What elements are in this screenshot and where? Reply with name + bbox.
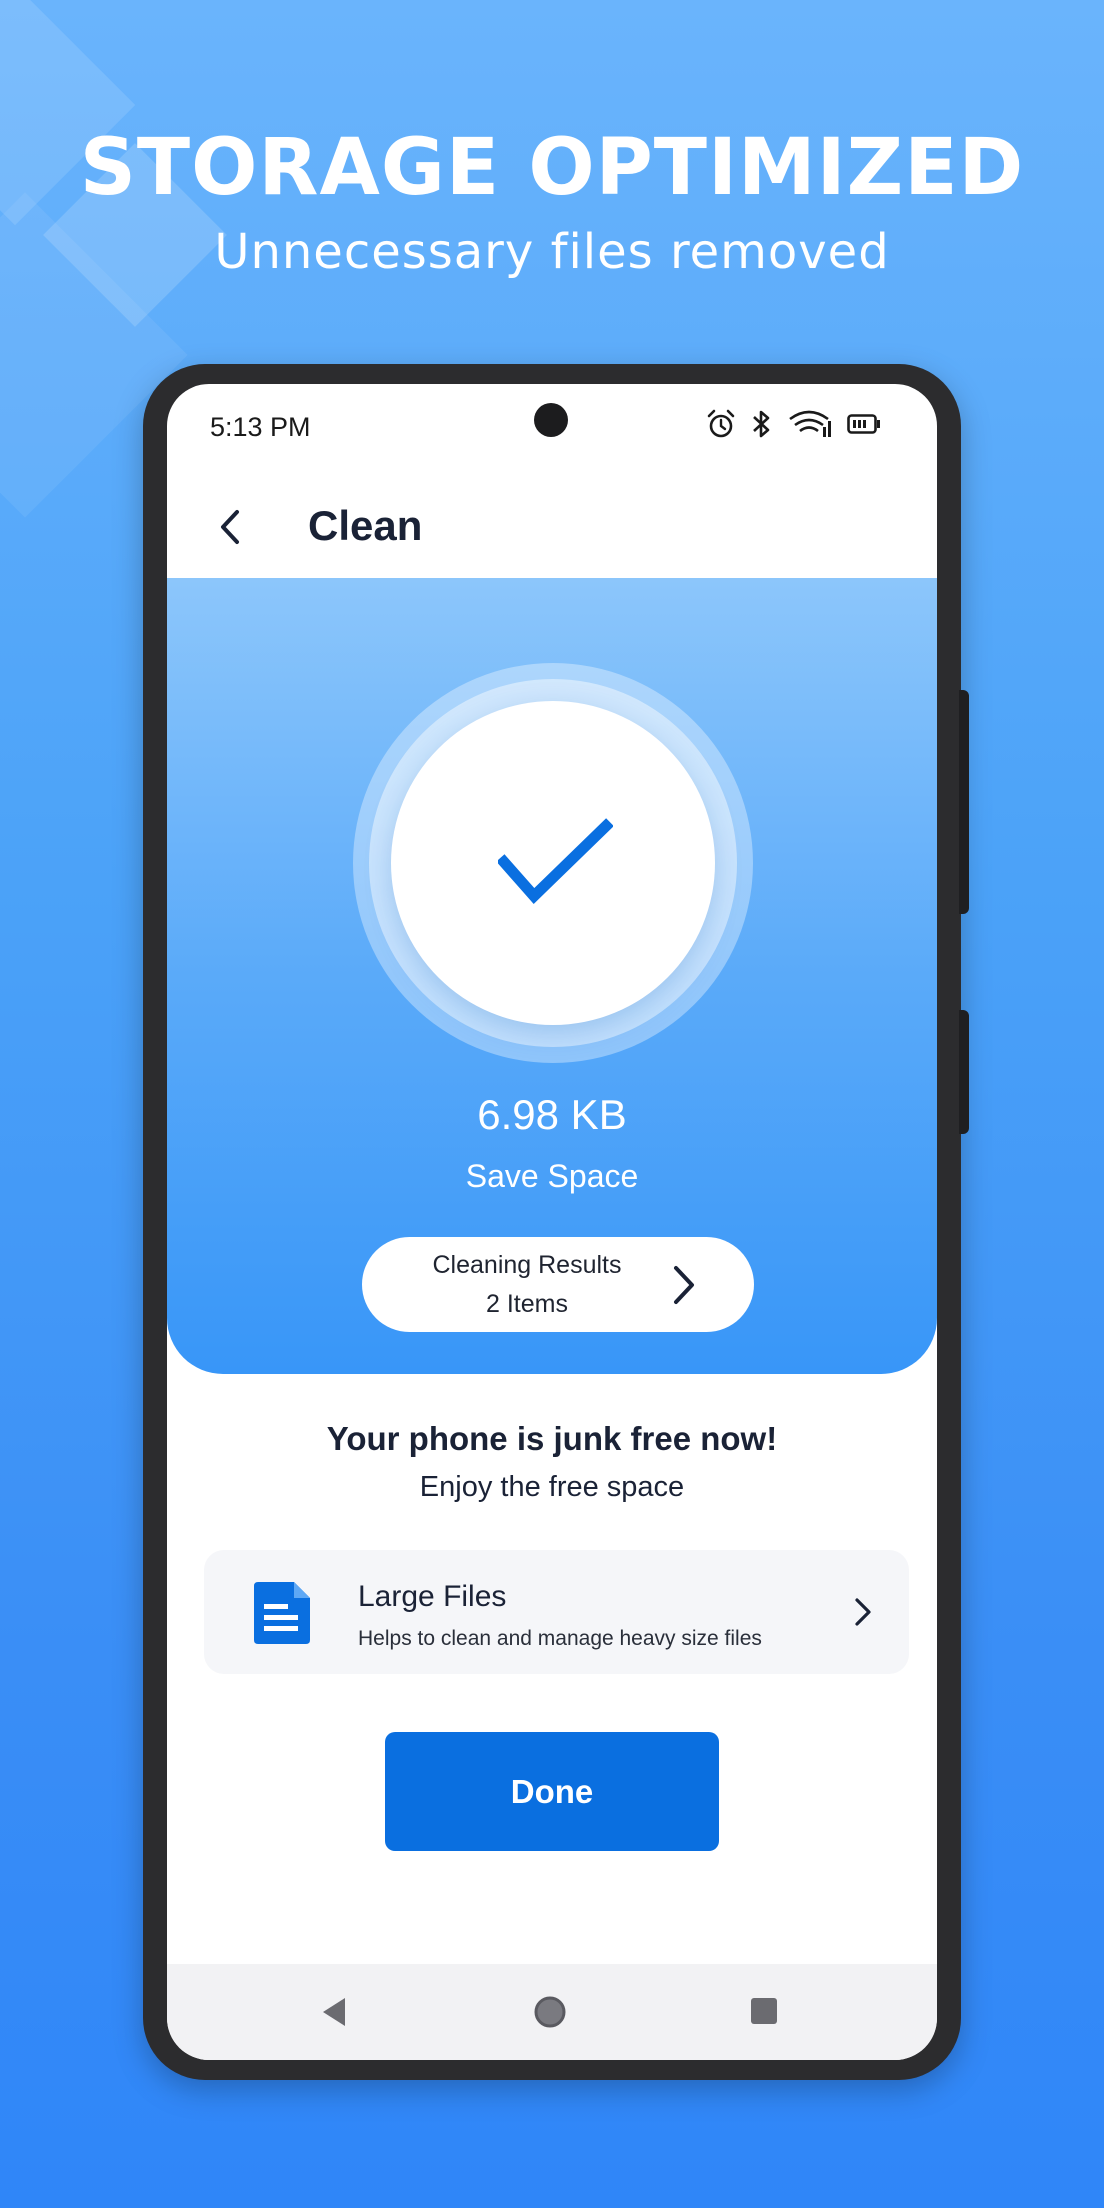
back-arrow-icon (221, 510, 239, 544)
bluetooth-icon (753, 410, 770, 438)
promo-headline: STORAGE OPTIMIZED (79, 123, 1025, 213)
nav-home-icon[interactable] (533, 1995, 567, 2029)
status-icons (705, 408, 881, 440)
chevron-right-icon (855, 1598, 871, 1626)
junk-free-subtitle: Enjoy the free space (419, 1471, 685, 1503)
alarm-icon (707, 409, 735, 438)
cleaning-results-button[interactable]: Cleaning Results 2 Items (362, 1237, 754, 1332)
saved-size: 6.98 KB (477, 1091, 627, 1138)
feature-description: Helps to clean and manage heavy size fil… (358, 1627, 762, 1650)
cleaning-results-title: Cleaning Results (432, 1251, 622, 1279)
cleaning-results-count: 2 Items (486, 1290, 568, 1318)
junk-free-title: Your phone is junk free now! (326, 1420, 778, 1457)
success-badge (391, 701, 715, 1025)
battery-icon (847, 414, 880, 434)
done-button[interactable]: Done (385, 1732, 719, 1851)
feature-title: Large Files (358, 1580, 507, 1613)
page-title: Clean (308, 502, 423, 549)
saved-label: Save Space (465, 1158, 639, 1194)
phone-side-button (959, 1010, 969, 1134)
phone-frame: 5:13 PM Clean 6.98 KB Save Space Cleanin… (143, 364, 969, 2080)
back-button[interactable] (207, 502, 257, 552)
chevron-right-icon (674, 1266, 694, 1304)
promo-subheadline: Unnecessary files removed (214, 224, 890, 280)
result-hero: 6.98 KB Save Space Cleaning Results 2 It… (167, 578, 937, 1374)
document-icon (254, 1582, 310, 1644)
app-bar: Clean (167, 480, 937, 580)
status-time: 5:13 PM (210, 412, 311, 442)
checkmark-icon (498, 818, 613, 904)
front-camera (534, 403, 568, 437)
large-files-card[interactable]: Large Files Helps to clean and manage he… (204, 1550, 909, 1674)
nav-back-icon[interactable] (319, 1996, 349, 2028)
status-bar: 5:13 PM (167, 384, 937, 464)
wifi-icon (789, 410, 831, 437)
phone-screen: 5:13 PM Clean 6.98 KB Save Space Cleanin… (167, 384, 937, 2060)
system-nav-bar (167, 1964, 937, 2060)
phone-side-button (959, 690, 969, 914)
nav-recents-icon[interactable] (749, 1996, 779, 2026)
